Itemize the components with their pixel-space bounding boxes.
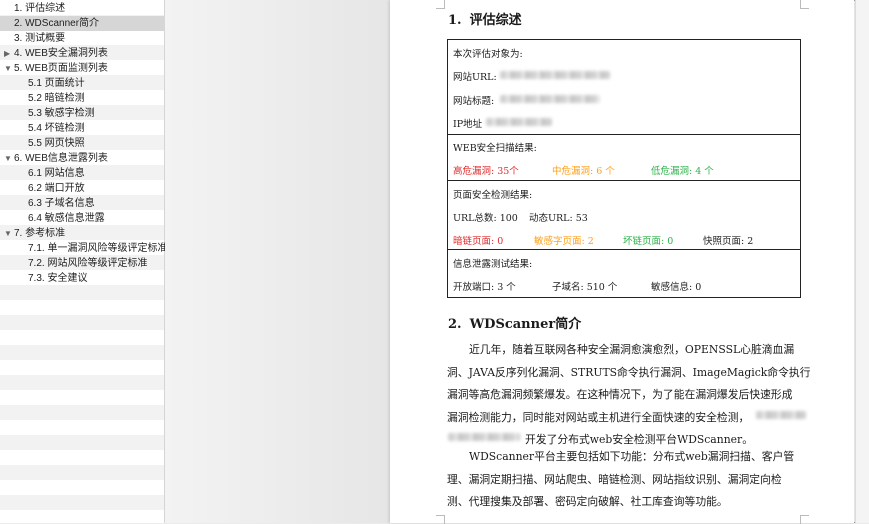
dark-link-pages: 暗链页面: 0 (453, 236, 504, 247)
redacted-ip (486, 118, 552, 126)
crop-mark (800, 0, 809, 9)
subdomain-count: 子域名: 510 个 (552, 282, 618, 293)
redacted-title (500, 95, 600, 103)
toc-item[interactable]: 5.2 暗链检测 (0, 91, 85, 106)
toc-item[interactable]: ▼ 5. WEB页面监测列表 (0, 61, 108, 76)
paragraph-line: 漏洞等高危漏洞频繁爆发。在这种情况下，为了能在漏洞爆发后快速形成 (447, 388, 793, 401)
low-risk-count: 低危漏洞: 4 个 (651, 166, 714, 177)
toc-item-label: 1. 评估综述 (14, 3, 66, 14)
toc-item-label: 5.1 页面统计 (28, 78, 85, 89)
toc-item-label: 6. WEB信息泄露列表 (14, 153, 108, 164)
section-number: 1. (448, 13, 462, 28)
paragraph-line: 洞、JAVA反序列化漏洞、STRUTS命令执行漏洞、ImageMagick命令执… (447, 365, 811, 379)
toc-item-label: 7.1. 单一漏洞风险等级评定标准 (28, 243, 168, 254)
title-label: 网站标题: (453, 96, 495, 107)
disclosure-expanded-icon[interactable]: ▼ (4, 226, 14, 241)
paragraph-line: 漏洞检测能力，同时能对网站或主机进行全面快速的安全检测， (447, 407, 807, 430)
toc-item[interactable]: 5.3 敏感字检测 (0, 106, 95, 121)
document-page: 1. 评估综述 本次评估对象为: 网站URL: 网站标题: IP地址 WEB安全扫… (390, 0, 854, 524)
paragraph-line: 近几年，随着互联网各种安全漏洞愈演愈烈，OPENSSL心脏滴血漏 (469, 343, 795, 356)
open-ports: 开放端口: 3 个 (453, 282, 516, 293)
redacted-company (448, 433, 520, 441)
disclosure-expanded-icon[interactable]: ▼ (4, 151, 14, 166)
target-label: 本次评估对象为: (453, 49, 523, 60)
ip-label: IP地址 (453, 119, 483, 130)
toc-item[interactable]: 7.2. 网站风险等级评定标准 (0, 256, 147, 271)
toc-item-label: 4. WEB安全漏洞列表 (14, 48, 108, 59)
summary-table: 本次评估对象为: 网站URL: 网站标题: IP地址 WEB安全扫描结果: 高危… (447, 39, 801, 298)
document-gutter (165, 0, 390, 523)
disclosure-collapsed-icon[interactable]: ▶ (4, 46, 14, 61)
section-title: 评估综述 (469, 13, 522, 28)
toc-item-label: 5.3 敏感字检测 (28, 108, 95, 119)
sensitive-info: 敏感信息: 0 (651, 282, 702, 293)
redacted-company (756, 411, 806, 419)
intro-paragraph-2: WDScanner平台主要包括如下功能：分布式web漏洞扫描、客户管 理、漏洞定… (447, 446, 807, 514)
high-risk-count: 高危漏洞: 35个 (453, 166, 519, 177)
section2-heading: 2. WDScanner简介 (448, 313, 581, 332)
vertical-scrollbar[interactable] (855, 0, 869, 523)
page-check-label: 页面安全检测结果: (453, 190, 533, 201)
toc-item[interactable]: 5.5 网页快照 (0, 136, 85, 151)
toc-item[interactable]: 6.2 端口开放 (0, 181, 85, 196)
disclosure-expanded-icon[interactable]: ▼ (4, 61, 14, 76)
toc-item-label: 6.3 子域名信息 (28, 198, 95, 209)
toc-item-label: 5.2 暗链检测 (28, 93, 85, 104)
url-total: URL总数: 100 (453, 213, 518, 224)
toc-item-label: 7.3. 安全建议 (28, 273, 88, 284)
toc-item-label: 2. WDScanner简介 (14, 18, 100, 29)
table-divider (448, 180, 800, 181)
toc-item-label: 5.5 网页快照 (28, 138, 85, 149)
snapshot-pages: 快照页面: 2 (703, 236, 754, 247)
toc-item[interactable]: 6.4 敏感信息泄露 (0, 211, 105, 226)
toc-item-label: 5.4 坏链检测 (28, 123, 85, 134)
broken-link-pages: 坏链页面: 0 (623, 236, 674, 247)
toc-item[interactable]: 5.4 坏链检测 (0, 121, 85, 136)
toc-item[interactable]: ▼ 7. 参考标准 (0, 226, 65, 241)
sensitive-word-pages: 敏感字页面: 2 (534, 236, 594, 247)
toc-item[interactable]: ▶ 4. WEB安全漏洞列表 (0, 46, 108, 61)
toc-item[interactable]: 2. WDScanner简介 (0, 16, 177, 31)
toc-item[interactable]: 7.3. 安全建议 (0, 271, 87, 286)
table-divider (448, 134, 800, 135)
toc-item[interactable]: 1. 评估综述 (0, 1, 65, 16)
toc-item[interactable]: 7.1. 单一漏洞风险等级评定标准 (0, 241, 167, 256)
toc-item[interactable]: 6.3 子域名信息 (0, 196, 95, 211)
toc-item-label: 7. 参考标准 (14, 228, 66, 239)
toc-item-label: 5. WEB页面监测列表 (14, 63, 108, 74)
crop-mark (436, 0, 445, 9)
paragraph-line: 测、代理搜集及部署、密码定向破解、社工库查询等功能。 (447, 495, 728, 508)
toc-item-label: 6.4 敏感信息泄露 (28, 213, 105, 224)
leak-label: 信息泄露测试结果: (453, 259, 533, 270)
paragraph-line: WDScanner平台主要包括如下功能：分布式web漏洞扫描、客户管 (469, 450, 795, 463)
toc-item[interactable]: 5.1 页面统计 (0, 76, 85, 91)
mid-risk-count: 中危漏洞: 6 个 (552, 166, 615, 177)
section-title: WDScanner简介 (469, 317, 582, 332)
table-divider (448, 249, 800, 250)
toc-item[interactable]: 3. 测试概要 (0, 31, 65, 46)
toc-item[interactable]: 6.1 网站信息 (0, 166, 85, 181)
section-number: 2. (448, 317, 462, 332)
paragraph-line: 理、漏洞定期扫描、网站爬虫、暗链检测、网站指纹识别、漏洞定向检 (447, 472, 782, 486)
toc-item-label: 6.2 端口开放 (28, 183, 85, 194)
section1-heading: 1. 评估综述 (448, 9, 522, 28)
toc-item-label: 7.2. 网站风险等级评定标准 (28, 258, 148, 269)
scan-label: WEB安全扫描结果: (453, 143, 537, 154)
toc-item[interactable]: ▼ 6. WEB信息泄露列表 (0, 151, 108, 166)
redacted-url (500, 71, 610, 79)
toc-item-label: 6.1 网站信息 (28, 168, 85, 179)
toc-item-label: 3. 测试概要 (14, 33, 66, 44)
paragraph-text: 漏洞检测能力，同时能对网站或主机进行全面快速的安全检测， (447, 410, 750, 424)
url-label: 网站URL: (453, 72, 497, 83)
toc-sidebar: 1. 评估综述 2. WDScanner简介 3. 测试概要 ▶ 4. WEB安全漏洞列… (0, 0, 177, 523)
url-dynamic: 动态URL: 53 (529, 213, 588, 224)
